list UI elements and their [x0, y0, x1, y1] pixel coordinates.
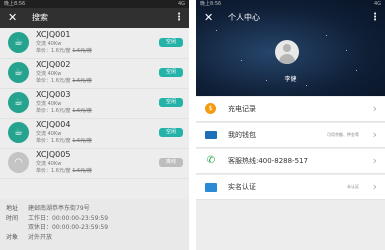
- app-bar: ✕ 搜索 ⋮: [0, 8, 189, 28]
- weekend-hours: 双休日：00:00:00-23:59:59: [28, 224, 109, 231]
- station-spec: 交流 40Kw: [36, 161, 62, 167]
- wallet-icon: [205, 131, 217, 139]
- station-old-price: 1.6元/度: [72, 48, 92, 54]
- charger-icon: ☕: [8, 62, 29, 83]
- status-time: 晚上8:56: [4, 1, 26, 7]
- time-label: 时间: [6, 215, 19, 222]
- station-old-price: 1.6元/度: [72, 138, 92, 144]
- menu-item-verification[interactable]: 实名认证 未认证 ›: [196, 175, 385, 200]
- close-icon[interactable]: ✕: [204, 10, 213, 26]
- page-title: 个人中心: [228, 13, 260, 22]
- more-menu-icon[interactable]: ⋮: [174, 8, 184, 28]
- status-badge: 空闲: [159, 128, 183, 137]
- coin-icon: $: [205, 103, 216, 114]
- station-row[interactable]: ☕ XCJQ001 交流 40Kw 单价：1.6元/度 1.6元/度 空闲: [0, 28, 189, 59]
- profile-header: 晚上8:56 4G ✕ 个人中心 ⋮ 李健: [196, 0, 385, 96]
- status-badge: 空闲: [159, 68, 183, 77]
- more-menu-icon[interactable]: ⋮: [370, 8, 380, 28]
- station-code: XCJQ005: [36, 150, 71, 159]
- station-spec: 交流 40Kw: [36, 101, 62, 107]
- status-badge: 空闲: [159, 38, 183, 47]
- menu-label: 客服热线:400-8288-517: [228, 157, 308, 165]
- status-bar: 晚上8:56 4G: [0, 0, 189, 8]
- screen-divider: [189, 0, 196, 250]
- station-code: XCJQ001: [36, 30, 71, 39]
- chevron-right-icon: ›: [372, 102, 377, 115]
- menu-item-charge-records[interactable]: $ 充电记录 ›: [196, 97, 385, 122]
- station-price: 单价：1.6元/度: [36, 108, 71, 114]
- status-badge: 空闲: [159, 98, 183, 107]
- station-code: XCJQ003: [36, 90, 71, 99]
- workday-hours: 工作日：00:00:00-23:59:59: [28, 215, 109, 222]
- menu-label: 充电记录: [228, 105, 256, 113]
- status-network: 4G: [373, 1, 381, 7]
- id-card-icon: [205, 183, 217, 192]
- status-time: 晚上8:56: [200, 1, 222, 7]
- menu-label: 我的钱包: [228, 131, 256, 139]
- phone-icon: ✆: [206, 155, 216, 166]
- user-name: 李健: [284, 76, 297, 83]
- station-old-price: 1.6元/度: [72, 168, 92, 174]
- avatar[interactable]: [275, 40, 299, 64]
- station-code: XCJQ004: [36, 120, 71, 129]
- menu-label: 实名认证: [228, 183, 256, 191]
- station-row[interactable]: ◠ XCJQ005 交流 40Kw 单价：1.6元/度 1.6元/度 离线: [0, 148, 189, 179]
- status-badge: 离线: [159, 158, 183, 167]
- chevron-right-icon: ›: [372, 154, 377, 167]
- chevron-right-icon: ›: [372, 128, 377, 141]
- wifi-icon: ◠: [8, 152, 29, 173]
- station-spec: 交流 40Kw: [36, 41, 62, 47]
- station-row[interactable]: ☕ XCJQ003 交流 40Kw 单价：1.6元/度 1.6元/度 空闲: [0, 88, 189, 119]
- app-bar: ✕ 个人中心 ⋮: [196, 8, 385, 28]
- status-bar: 晚上8:56 4G: [196, 0, 385, 8]
- station-price: 单价：1.6元/度: [36, 48, 71, 54]
- charger-icon: ☕: [8, 122, 29, 143]
- station-spec: 交流 40Kw: [36, 71, 62, 77]
- menu-item-wallet[interactable]: 我的钱包 可用余额、押金等 ›: [196, 123, 385, 148]
- chevron-right-icon: ›: [372, 180, 377, 193]
- menu-hint: 未认证: [347, 184, 359, 189]
- station-old-price: 1.6元/度: [72, 108, 92, 114]
- status-network: 4G: [177, 1, 185, 7]
- charger-icon: ☕: [8, 32, 29, 53]
- station-price: 单价：1.6元/度: [36, 78, 71, 84]
- close-icon[interactable]: ✕: [8, 10, 17, 26]
- station-code: XCJQ002: [36, 60, 71, 69]
- address-label: 地址: [6, 205, 19, 212]
- menu-hint: 可用余额、押金等: [327, 132, 359, 137]
- charger-icon: ☕: [8, 92, 29, 113]
- address-value: 建邺南湖恭亭东街79号: [28, 205, 90, 212]
- station-spec: 交流 40Kw: [36, 131, 62, 137]
- target-label: 对象: [6, 234, 19, 241]
- target-value: 对外开放: [28, 234, 53, 241]
- station-row[interactable]: ☕ XCJQ002 交流 40Kw 单价：1.6元/度 1.6元/度 空闲: [0, 58, 189, 89]
- station-old-price: 1.6元/度: [72, 78, 92, 84]
- station-price: 单价：1.6元/度: [36, 168, 71, 174]
- menu-item-hotline[interactable]: ✆ 客服热线:400-8288-517 ›: [196, 149, 385, 174]
- station-price: 单价：1.6元/度: [36, 138, 71, 144]
- page-title: 搜索: [32, 13, 48, 22]
- profile-screen: 晚上8:56 4G ✕ 个人中心 ⋮ 李健 $ 充电记录 › 我的钱包 可用余额…: [196, 0, 385, 250]
- station-row[interactable]: ☕ XCJQ004 交流 40Kw 单价：1.6元/度 1.6元/度 空闲: [0, 118, 189, 149]
- search-screen: 晚上8:56 4G ✕ 搜索 ⋮ ☕ XCJQ001 交流 40Kw 单价：1.…: [0, 0, 189, 250]
- station-info-panel: 地址 建邺南湖恭亭东街79号 时间 工作日：00:00:00-23:59:59 …: [0, 199, 189, 250]
